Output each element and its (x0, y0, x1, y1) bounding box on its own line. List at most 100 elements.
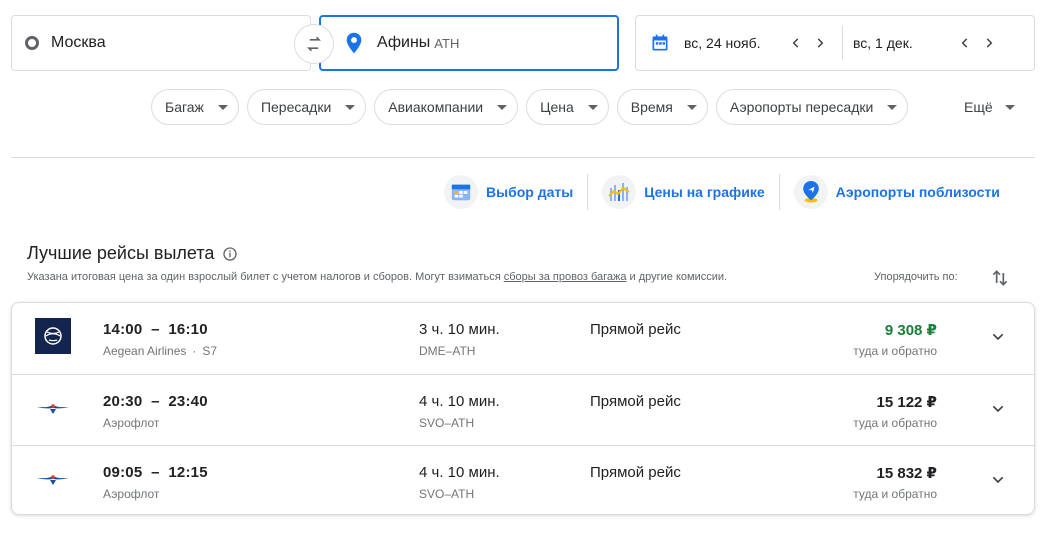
aeroflot-logo (35, 390, 71, 426)
filter-price[interactable]: Цена (526, 89, 609, 125)
more-label: Ещё (964, 99, 993, 115)
chip-label: Авиакомпании (388, 99, 484, 115)
flight-stops: Прямой рейс (590, 321, 681, 338)
flight-duration: 3 ч. 10 мин. (419, 321, 500, 338)
partner-airline: S7 (202, 344, 218, 358)
expand-button[interactable] (986, 397, 1010, 421)
airline-info: Aegean Airlines · S7 (103, 344, 217, 358)
chip-label: Аэропорты пересадки (729, 99, 874, 115)
nearby-airports-icon (793, 175, 828, 209)
divider (11, 157, 1035, 158)
aeroflot-logo (35, 461, 71, 497)
price-trip-type: туда и обратно (853, 344, 937, 358)
airline-name: Аэрофлот (103, 416, 160, 430)
origin-field[interactable]: Москва (11, 15, 311, 71)
dropdown-arrow-icon (1004, 104, 1015, 110)
dropdown-arrow-icon (686, 104, 697, 110)
flight-row[interactable]: 09:05 – 12:15 Аэрофлот 4 ч. 10 мин. SVO–… (12, 445, 1034, 514)
expand-button[interactable] (986, 325, 1010, 349)
depart-time: 09:05 (103, 464, 143, 481)
chevron-down-icon (992, 476, 1004, 484)
aegean-logo (35, 318, 71, 354)
chevron-right-icon (986, 38, 993, 48)
flight-times: 20:30 – 23:40 (103, 393, 208, 410)
calendar-icon (650, 33, 670, 53)
nearby-airports-button[interactable]: Аэропорты поблизости (793, 172, 1000, 212)
flight-row[interactable]: 20:30 – 23:40 Аэрофлот 4 ч. 10 мин. SVO–… (12, 374, 1034, 445)
flight-price: 15 832 ₽ (876, 465, 937, 482)
sort-label: Упорядочить по: (874, 271, 958, 283)
filter-baggage[interactable]: Багаж (151, 89, 239, 125)
origin-value: Москва (51, 34, 106, 51)
chip-label: Цена (540, 99, 574, 115)
date-grid-button[interactable]: Выбор даты (444, 172, 573, 212)
swap-icon (306, 36, 322, 52)
origin-circle-icon (25, 36, 39, 50)
chip-label: Пересадки (260, 99, 332, 115)
chevron-left-icon (961, 38, 968, 48)
return-next-button[interactable] (977, 31, 1001, 55)
chip-label: Багаж (165, 99, 204, 115)
destination-code: ATH (434, 35, 460, 51)
dropdown-arrow-icon (345, 104, 356, 110)
sort-icon (992, 270, 1008, 286)
flight-route: SVO–ATH (419, 416, 475, 430)
separator-dot: · (192, 344, 197, 358)
chip-label: Время (630, 99, 673, 115)
tool-divider (778, 174, 780, 210)
depart-date[interactable]: вс, 24 нояб. (684, 35, 784, 51)
baggage-fees-link[interactable]: сборы за провоз багажа (504, 271, 627, 283)
swap-button[interactable] (294, 24, 334, 64)
return-prev-button[interactable] (953, 31, 977, 55)
destination-field[interactable]: Афины ATH (319, 15, 619, 71)
airline-name: Aegean Airlines (103, 344, 187, 358)
chevron-down-icon (992, 333, 1004, 341)
flight-results-list: 14:00 – 16:10 Aegean Airlines · S7 3 ч. 10… (11, 302, 1035, 515)
dropdown-arrow-icon (587, 104, 598, 110)
date-divider (842, 26, 843, 60)
return-date[interactable]: вс, 1 дек. (853, 35, 953, 51)
flight-price: 9 308 ₽ (884, 322, 937, 339)
arrive-time: 12:15 (168, 464, 208, 481)
price-trip-type: туда и обратно (853, 416, 937, 430)
filter-airlines[interactable]: Авиакомпании (374, 89, 519, 125)
dropdown-arrow-icon (497, 104, 508, 110)
depart-next-button[interactable] (808, 31, 832, 55)
info-icon[interactable] (222, 246, 238, 262)
filter-stops[interactable]: Пересадки (246, 89, 367, 125)
dates-field[interactable]: вс, 24 нояб. вс, 1 дек. (635, 15, 1035, 71)
flight-stops: Прямой рейс (590, 464, 681, 481)
date-grid-label: Выбор даты (486, 184, 574, 200)
arrive-time: 23:40 (168, 393, 208, 410)
chevron-left-icon (792, 38, 799, 48)
filter-connecting-airports[interactable]: Аэропорты пересадки (715, 89, 909, 125)
price-graph-label: Цены на графике (644, 184, 765, 200)
depart-time: 14:00 (103, 321, 143, 338)
flight-times: 14:00 – 16:10 (103, 321, 208, 338)
more-filters-button[interactable]: Ещё (964, 89, 1015, 125)
destination-value: Афины (377, 34, 431, 51)
flight-times: 09:05 – 12:15 (103, 464, 208, 481)
price-trip-type: туда и обратно (853, 487, 937, 501)
expand-button[interactable] (986, 468, 1010, 492)
airline-name: Аэрофлот (103, 487, 160, 501)
nearby-airports-label: Аэропорты поблизости (835, 184, 1000, 200)
date-grid-icon (444, 175, 478, 209)
tool-divider (587, 174, 589, 210)
price-graph-button[interactable]: Цены на графике (602, 172, 765, 212)
chevron-right-icon (817, 38, 824, 48)
price-graph-icon (602, 175, 637, 209)
sort-button[interactable] (990, 268, 1010, 288)
airline-info: Аэрофлот (103, 416, 159, 430)
price-note: Указана итоговая цена за один взрослый б… (27, 271, 727, 283)
flight-route: SVO–ATH (419, 487, 475, 501)
results-title: Лучшие рейсы вылета (27, 243, 215, 263)
depart-prev-button[interactable] (784, 31, 808, 55)
dropdown-arrow-icon (887, 104, 898, 110)
filter-chips: Багаж Пересадки Авиакомпании Цена Время … (151, 89, 909, 125)
filter-time[interactable]: Время (616, 89, 708, 125)
flight-price: 15 122 ₽ (876, 394, 937, 411)
flight-row[interactable]: 14:00 – 16:10 Aegean Airlines · S7 3 ч. 10… (12, 303, 1034, 374)
flight-duration: 4 ч. 10 мин. (419, 393, 500, 410)
price-note-text-end: и другие комиссии. (626, 271, 728, 283)
